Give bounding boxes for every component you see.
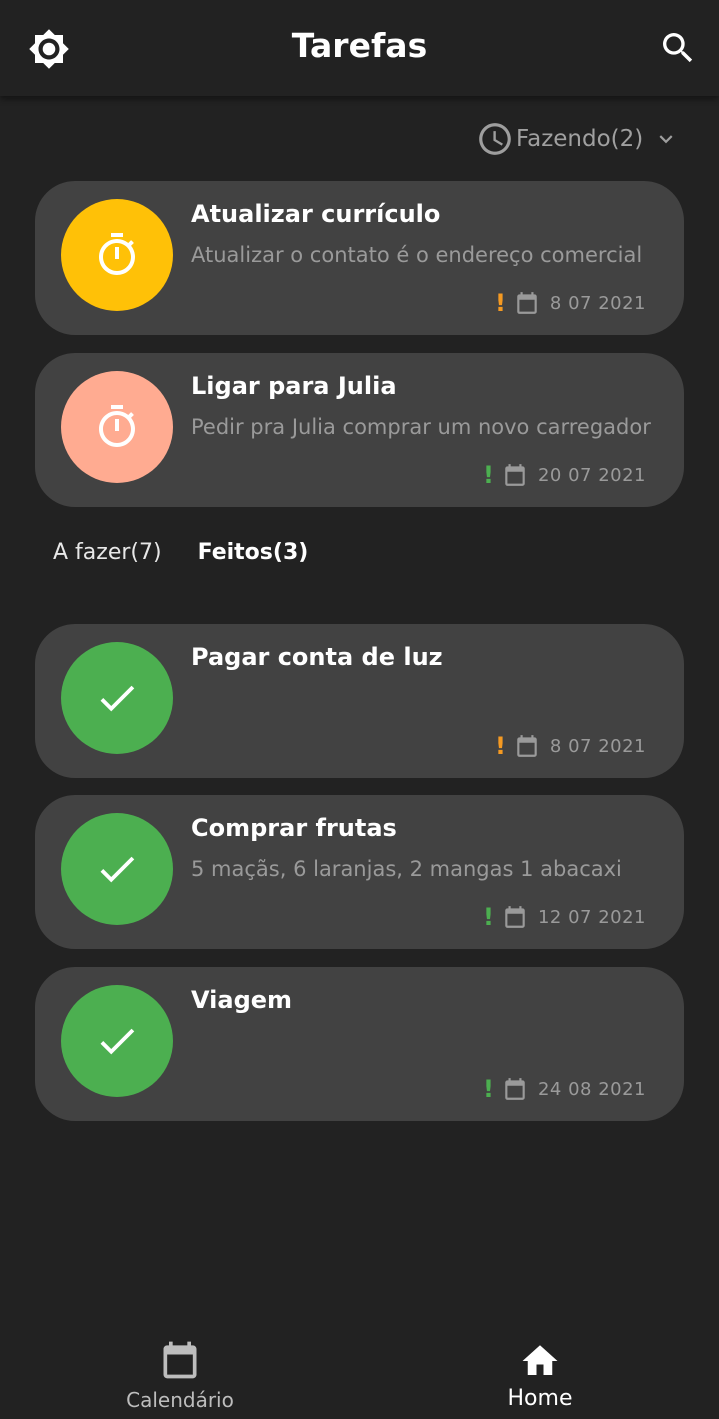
- task-date: 12 07 2021: [537, 906, 646, 928]
- nav-home[interactable]: Home: [480, 1340, 600, 1411]
- task-description: 5 maçãs, 6 laranjas, 2 mangas 1 abacaxi: [191, 857, 622, 881]
- status-filter-dropdown[interactable]: Fazendo(2): [476, 120, 679, 158]
- task-card[interactable]: Viagem ! 24 08 2021: [35, 967, 684, 1121]
- task-tabs: A fazer(7) Feitos(3): [53, 540, 308, 565]
- calendar-icon: [514, 732, 540, 760]
- tab-done[interactable]: Feitos(3): [198, 540, 309, 565]
- page-title: Tarefas: [291, 26, 428, 65]
- task-status-avatar: [61, 985, 173, 1097]
- bottom-navigation: Calendário Home: [0, 1320, 719, 1419]
- task-date: 8 07 2021: [549, 735, 646, 757]
- priority-icon: !: [482, 1075, 494, 1103]
- timer-icon: [93, 231, 141, 279]
- priority-icon: !: [494, 289, 506, 317]
- filter-label: Fazendo(2): [516, 126, 644, 152]
- task-card[interactable]: Pagar conta de luz ! 8 07 2021: [35, 624, 684, 778]
- task-status-avatar: [61, 199, 173, 311]
- task-meta: ! 8 07 2021: [495, 732, 646, 760]
- task-status-avatar: [61, 642, 173, 754]
- calendar-icon: [514, 289, 540, 317]
- priority-icon: !: [482, 903, 494, 931]
- tab-todo[interactable]: A fazer(7): [53, 540, 162, 565]
- task-title: Ligar para Julia: [191, 372, 397, 400]
- task-meta: ! 8 07 2021: [495, 289, 646, 317]
- task-status-avatar: [61, 371, 173, 483]
- calendar-icon: [502, 461, 528, 489]
- task-description: Pedir pra Julia comprar um novo carregad…: [191, 415, 651, 439]
- check-icon: [94, 846, 140, 892]
- task-date: 20 07 2021: [537, 464, 646, 486]
- task-title: Comprar frutas: [191, 814, 397, 842]
- check-icon: [94, 675, 140, 721]
- task-description: Atualizar o contato é o endereço comerci…: [191, 243, 643, 267]
- task-title: Pagar conta de luz: [191, 643, 443, 671]
- clock-icon: [476, 120, 514, 158]
- task-card[interactable]: Comprar frutas 5 maçãs, 6 laranjas, 2 ma…: [35, 795, 684, 949]
- task-meta: ! 24 08 2021: [483, 1075, 646, 1103]
- app-bar: Tarefas: [0, 0, 719, 96]
- timer-icon: [93, 403, 141, 451]
- task-title: Atualizar currículo: [191, 200, 441, 228]
- calendar-icon: [502, 1075, 528, 1103]
- task-title: Viagem: [191, 986, 293, 1014]
- chevron-down-icon: [653, 126, 679, 152]
- nav-home-label: Home: [507, 1386, 573, 1411]
- check-icon: [94, 1018, 140, 1064]
- app-screen: Tarefas Fazendo(2) Atualizar currículo A…: [0, 0, 719, 1419]
- nav-calendar-label: Calendário: [126, 1388, 234, 1412]
- priority-icon: !: [482, 461, 494, 489]
- calendar-icon: [502, 903, 528, 931]
- home-icon: [519, 1340, 561, 1382]
- task-meta: ! 20 07 2021: [483, 461, 646, 489]
- task-meta: ! 12 07 2021: [483, 903, 646, 931]
- priority-icon: !: [494, 732, 506, 760]
- task-date: 8 07 2021: [549, 292, 646, 314]
- task-status-avatar: [61, 813, 173, 925]
- task-card[interactable]: Atualizar currículo Atualizar o contato …: [35, 181, 684, 335]
- task-date: 24 08 2021: [537, 1078, 646, 1100]
- calendar-icon: [158, 1338, 202, 1382]
- search-icon[interactable]: [658, 28, 698, 68]
- task-card[interactable]: Ligar para Julia Pedir pra Julia comprar…: [35, 353, 684, 507]
- nav-calendar[interactable]: Calendário: [120, 1338, 240, 1412]
